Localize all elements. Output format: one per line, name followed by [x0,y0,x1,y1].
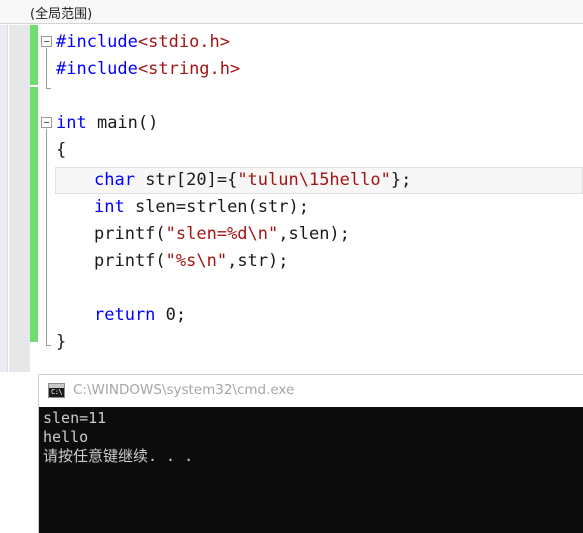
console-title-text: C:\WINDOWS\system32\cmd.exe [73,382,295,398]
cmd-icon-prompt-glyph: C:\ [51,388,63,396]
code-line: return 0; [38,302,186,329]
code-token-hdr: <stdio.h> [137,32,231,52]
code-token-kw: int [94,197,125,217]
console-window[interactable]: C:\ C:\WINDOWS\system32\cmd.exe slen=11 h… [38,374,583,533]
code-line: { [38,137,66,164]
cmd-icon: C:\ [48,383,65,398]
scope-selector-label[interactable]: (全局范围) [30,3,92,22]
code-token-plain: 0; [155,305,187,325]
console-titlebar[interactable]: C:\ C:\WINDOWS\system32\cmd.exe [39,375,583,407]
code-line: } [38,329,66,356]
code-line: printf("slen=%d\n",slen); [38,221,350,248]
code-token-plain: str[20]={ [134,170,238,190]
code-token-pre: #include [56,59,138,79]
console-output-line: 请按任意键继续. . . [43,447,194,465]
code-line: int slen=strlen(str); [38,194,309,221]
editor-edge-strip [0,25,8,372]
code-token-plain: printf( [94,224,166,244]
code-line: printf("%s\n",str); [38,248,289,275]
code-token-pre: #include [56,32,138,52]
console-output-line: slen=11 [43,409,107,427]
code-token-kw: return [94,305,156,325]
code-line: #include<stdio.h> [38,29,230,56]
code-token-plain: main() [86,113,159,133]
code-token-plain: { [56,140,67,160]
code-token-kw: char [94,170,135,190]
code-token-plain: }; [390,170,412,190]
code-line: int main() [38,110,158,137]
code-token-plain: ,slen); [278,224,350,244]
navigation-bar: (全局范围) [0,0,583,24]
console-output-area[interactable]: slen=11 hello 请按任意键继续. . . [39,407,583,533]
code-token-str: "slen=%d\n" [165,224,279,244]
code-token-plain: } [56,332,67,352]
code-token-plain: printf( [94,251,166,271]
code-token-hdr: <string.h> [137,59,241,79]
code-token-str: "tulun\15hello" [237,170,391,190]
editor-text-area[interactable]: #include<stdio.h> #include<string.h> int m… [38,25,583,372]
code-line: char str[20]={"tulun\15hello"}; [38,167,411,194]
code-editor[interactable]: #include<stdio.h> #include<string.h> int m… [0,25,583,372]
code-line: #include<string.h> [38,56,240,83]
console-output-line: hello [43,428,89,446]
code-token-str: "%s\n" [165,251,228,271]
code-token-kw: int [56,113,87,133]
code-token-plain: slen=strlen(str); [124,197,309,217]
code-token-plain: ,str); [227,251,289,271]
editor-breakpoint-margin[interactable] [9,25,30,372]
change-indicator-bar-top [30,25,38,85]
change-indicator-bar-bottom [30,87,38,342]
